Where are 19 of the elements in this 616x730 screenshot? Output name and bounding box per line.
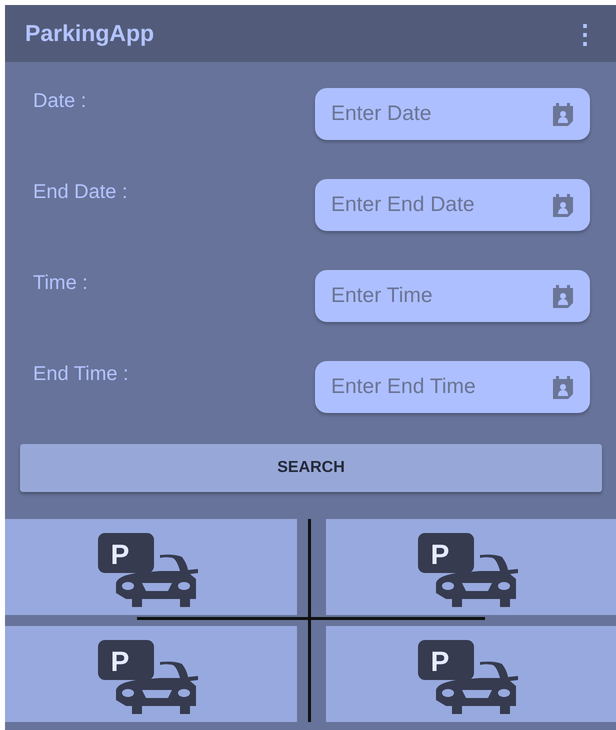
calendar-icon[interactable]	[550, 101, 576, 127]
parking-tile[interactable]: P	[326, 626, 616, 722]
parking-tile[interactable]: P	[326, 519, 616, 615]
input-field[interactable]: Enter End Time	[315, 361, 590, 413]
parking-tile[interactable]: P	[5, 519, 297, 615]
input-field[interactable]: Enter Time	[315, 270, 590, 322]
search-button[interactable]: SEARCH	[20, 444, 602, 492]
app-title: ParkingApp	[25, 19, 154, 48]
calendar-icon[interactable]	[550, 283, 576, 309]
overflow-menu-icon[interactable]: ⋮	[572, 20, 598, 46]
field-label: Time :	[33, 271, 88, 296]
field-label: End Time :	[33, 362, 129, 387]
input-field[interactable]: Enter Date	[315, 88, 590, 140]
field-label: Date :	[33, 89, 86, 114]
input-field[interactable]: Enter End Date	[315, 179, 590, 231]
calendar-icon[interactable]	[550, 374, 576, 400]
parking-tile[interactable]: P	[5, 626, 297, 722]
field-label: End Date :	[33, 180, 128, 205]
calendar-icon[interactable]	[550, 192, 576, 218]
